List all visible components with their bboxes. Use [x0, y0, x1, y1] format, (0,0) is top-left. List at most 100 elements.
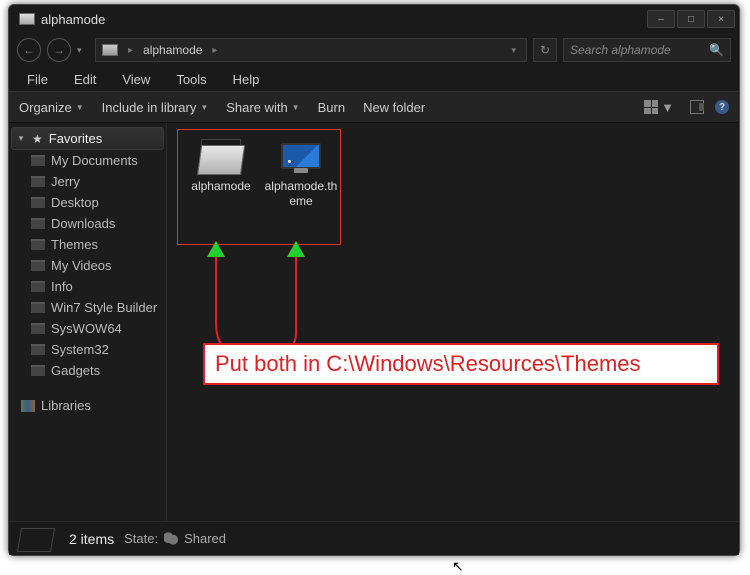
- main-area: ▾ ★ Favorites My Documents Jerry Desktop…: [9, 123, 739, 521]
- breadcrumb-folder[interactable]: alphamode: [143, 43, 202, 57]
- address-field[interactable]: ▸ alphamode ▸ ▾: [95, 38, 527, 62]
- help-button[interactable]: ?: [715, 100, 729, 114]
- refresh-button[interactable]: ↻: [533, 38, 557, 62]
- sidebar-item-label: SysWOW64: [51, 321, 122, 336]
- nav-back-button[interactable]: ←: [17, 38, 41, 62]
- sidebar-item-jerry[interactable]: Jerry: [11, 171, 164, 192]
- preview-pane-icon: [690, 100, 704, 114]
- libraries-label: Libraries: [41, 398, 91, 413]
- preview-pane-button[interactable]: [685, 97, 709, 117]
- sidebar-item-system32[interactable]: System32: [11, 339, 164, 360]
- sidebar-item-label: My Videos: [51, 258, 111, 273]
- sidebar-item-my-videos[interactable]: My Videos: [11, 255, 164, 276]
- annotation-text: Put both in C:\Windows\Resources\Themes: [215, 351, 641, 376]
- close-button[interactable]: ×: [707, 10, 735, 28]
- menu-bar: File Edit View Tools Help: [9, 67, 739, 91]
- command-bar: Organize▼ Include in library▼ Share with…: [9, 91, 739, 123]
- folder-icon: [31, 155, 45, 166]
- menu-help[interactable]: Help: [221, 69, 272, 90]
- burn-button[interactable]: Burn: [318, 100, 345, 115]
- state-value: Shared: [184, 531, 226, 546]
- sidebar-item-themes[interactable]: Themes: [11, 234, 164, 255]
- address-bar: ← → ▾ ▸ alphamode ▸ ▾ ↻ Search alphamode…: [9, 33, 739, 67]
- details-thumbnail-icon: [17, 524, 59, 554]
- menu-view[interactable]: View: [110, 69, 162, 90]
- favorites-header[interactable]: ▾ ★ Favorites: [11, 127, 164, 150]
- sidebar-item-label: Win7 Style Builder: [51, 300, 157, 315]
- nav-history-dropdown[interactable]: ▾: [77, 45, 89, 56]
- sidebar-item-gadgets[interactable]: Gadgets: [11, 360, 164, 381]
- maximize-button[interactable]: □: [677, 10, 705, 28]
- item-count: 2 items: [69, 531, 114, 547]
- sidebar-item-label: Info: [51, 279, 73, 294]
- new-folder-label: New folder: [363, 100, 425, 115]
- annotation-arrowhead-icon: [207, 241, 225, 257]
- menu-file[interactable]: File: [15, 69, 60, 90]
- collapse-icon: ▾: [16, 133, 26, 144]
- file-list-pane[interactable]: alphamode alphamode.theme Put both in C:…: [167, 123, 739, 521]
- address-folder-icon: [102, 44, 118, 56]
- sidebar-item-syswow64[interactable]: SysWOW64: [11, 318, 164, 339]
- annotation-callout: Put both in C:\Windows\Resources\Themes: [203, 343, 719, 385]
- breadcrumb-separator[interactable]: ▸: [124, 45, 137, 56]
- state-label: State:: [124, 531, 158, 546]
- share-with-button[interactable]: Share with▼: [226, 100, 299, 115]
- sidebar-item-label: Jerry: [51, 174, 80, 189]
- window-folder-icon: [19, 13, 35, 25]
- sidebar-item-label: My Documents: [51, 153, 138, 168]
- organize-button[interactable]: Organize▼: [19, 100, 84, 115]
- file-item-alphamode-theme[interactable]: alphamode.theme: [263, 137, 339, 209]
- folder-icon: [31, 218, 45, 229]
- folder-icon: [197, 137, 245, 175]
- change-view-button[interactable]: ▼: [639, 97, 679, 118]
- view-controls: ▼ ?: [639, 97, 729, 118]
- folder-icon: [31, 302, 45, 313]
- menu-edit[interactable]: Edit: [62, 69, 108, 90]
- folder-icon: [31, 197, 45, 208]
- folder-icon: [31, 365, 45, 376]
- include-in-library-button[interactable]: Include in library▼: [102, 100, 209, 115]
- annotation-arrowhead-icon: [287, 241, 305, 257]
- new-folder-button[interactable]: New folder: [363, 100, 425, 115]
- organize-label: Organize: [19, 100, 72, 115]
- breadcrumb-separator[interactable]: ▸: [208, 45, 221, 56]
- sidebar-item-label: Desktop: [51, 195, 99, 210]
- favorites-label: Favorites: [49, 131, 102, 146]
- sidebar-item-info[interactable]: Info: [11, 276, 164, 297]
- window-title: alphamode: [41, 12, 647, 27]
- libraries-header[interactable]: Libraries: [11, 395, 164, 416]
- shared-icon: [164, 532, 178, 546]
- mouse-cursor-icon: ↖: [452, 558, 464, 575]
- explorer-window: alphamode – □ × ← → ▾ ▸ alphamode ▸ ▾ ↻ …: [8, 4, 740, 556]
- file-label: alphamode: [183, 179, 259, 194]
- sidebar-item-label: System32: [51, 342, 109, 357]
- address-dropdown[interactable]: ▾: [511, 45, 520, 56]
- minimize-button[interactable]: –: [647, 10, 675, 28]
- folder-icon: [31, 239, 45, 250]
- search-icon: 🔍: [709, 43, 724, 57]
- nav-forward-button[interactable]: →: [47, 38, 71, 62]
- menu-tools[interactable]: Tools: [164, 69, 218, 90]
- sidebar-item-win7-style-builder[interactable]: Win7 Style Builder: [11, 297, 164, 318]
- details-pane: 2 items State: Shared: [9, 521, 739, 555]
- folder-icon: [31, 281, 45, 292]
- star-icon: ★: [32, 132, 43, 146]
- search-placeholder: Search alphamode: [570, 43, 671, 57]
- sidebar-item-my-documents[interactable]: My Documents: [11, 150, 164, 171]
- navigation-pane: ▾ ★ Favorites My Documents Jerry Desktop…: [9, 123, 167, 521]
- burn-label: Burn: [318, 100, 345, 115]
- sidebar-item-desktop[interactable]: Desktop: [11, 192, 164, 213]
- include-label: Include in library: [102, 100, 197, 115]
- folder-icon: [31, 323, 45, 334]
- sidebar-item-downloads[interactable]: Downloads: [11, 213, 164, 234]
- file-label: alphamode.theme: [263, 179, 339, 209]
- libraries-icon: [21, 400, 35, 412]
- sidebar-item-label: Themes: [51, 237, 98, 252]
- title-bar: alphamode – □ ×: [9, 5, 739, 33]
- status-state: State: Shared: [124, 531, 226, 546]
- file-item-alphamode-folder[interactable]: alphamode: [183, 137, 259, 194]
- search-field[interactable]: Search alphamode 🔍: [563, 38, 731, 62]
- favorites-group: ▾ ★ Favorites My Documents Jerry Desktop…: [11, 127, 164, 381]
- sidebar-item-label: Gadgets: [51, 363, 100, 378]
- folder-icon: [31, 176, 45, 187]
